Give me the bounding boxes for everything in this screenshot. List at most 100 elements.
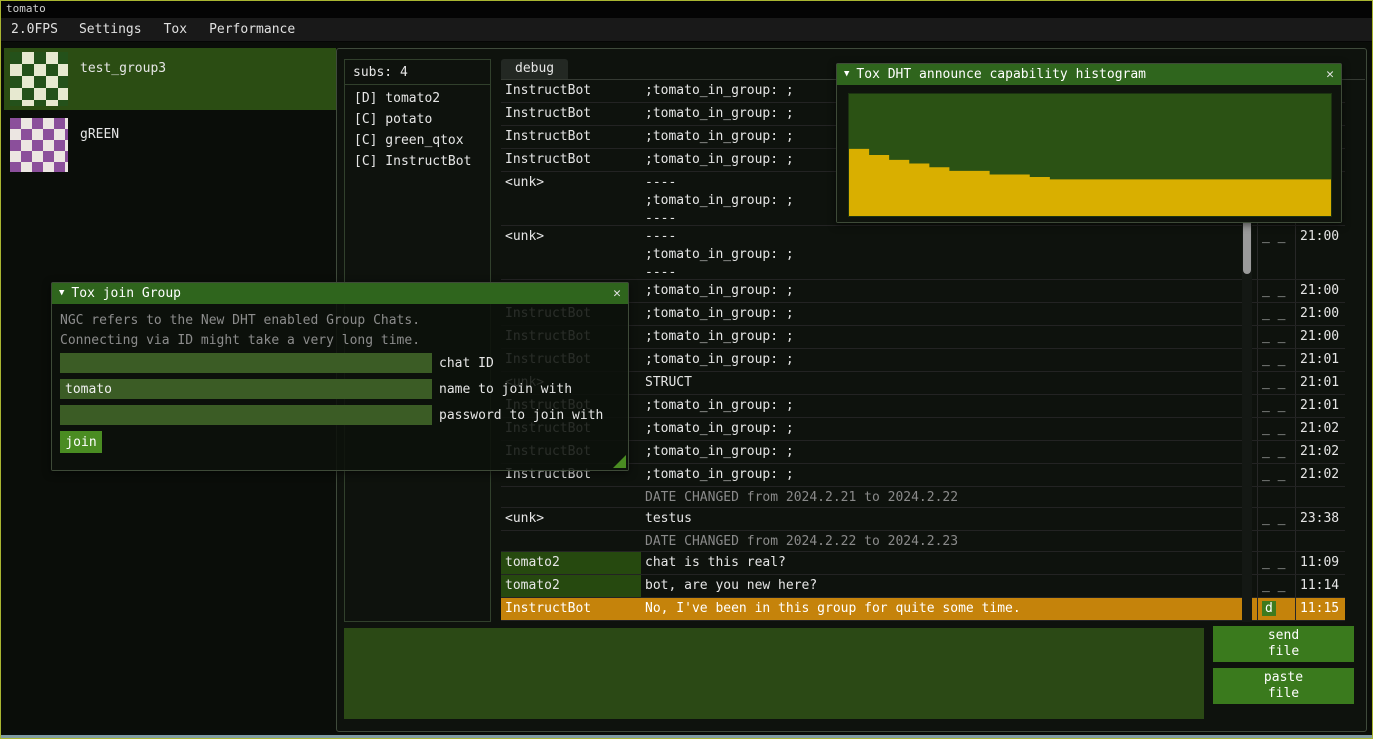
os-titlebar[interactable]: tomato <box>1 1 1372 18</box>
info-text: NGC refers to the New DHT enabled Group … <box>60 313 420 328</box>
dialog-titlebar[interactable]: ▼ Tox DHT announce capability histogram … <box>837 64 1341 85</box>
menu-items: Settings Tox Performance <box>68 22 306 37</box>
sender-name: <unk> <box>501 172 641 225</box>
field-label: password to join with <box>439 408 603 423</box>
window-title: tomato <box>6 2 46 15</box>
message-time <box>1295 531 1345 551</box>
table-row: <unk> ---- ;tomato_in_group: ; ---- _ _ … <box>501 226 1345 280</box>
dht-histogram-dialog: ▼ Tox DHT announce capability histogram … <box>836 63 1342 223</box>
message-time: 21:01 <box>1295 372 1345 394</box>
text-input[interactable] <box>60 405 432 425</box>
table-row: <unk> testus _ _ 23:38 <box>501 508 1345 531</box>
message-input[interactable] <box>344 628 1204 719</box>
join-form: chat ID name to join with password to jo… <box>60 353 620 431</box>
message-flags: d <box>1257 598 1295 620</box>
message-flags: _ _ <box>1257 349 1295 371</box>
message-text: ;tomato_in_group: ; <box>641 326 1257 348</box>
message-flags <box>1257 487 1295 507</box>
message-time: 21:01 <box>1295 395 1345 417</box>
message-text: bot, are you new here? <box>641 575 1257 597</box>
list-item[interactable]: [C] potato <box>345 109 490 130</box>
list-item[interactable]: [C] green_qtox <box>345 130 490 151</box>
text-input[interactable] <box>60 379 432 399</box>
message-text: ;tomato_in_group: ; <box>641 395 1257 417</box>
message-time: 21:02 <box>1295 464 1345 486</box>
message-time: 21:00 <box>1295 280 1345 302</box>
paste-file-button[interactable]: paste file <box>1213 668 1354 704</box>
dialog-body: NGC refers to the New DHT enabled Group … <box>52 304 628 470</box>
group-avatar <box>10 52 68 106</box>
message-flags: _ _ <box>1257 508 1295 530</box>
message-text: ;tomato_in_group: ; <box>641 464 1257 486</box>
message-time: 11:09 <box>1295 552 1345 574</box>
send-file-button[interactable]: send file <box>1213 626 1354 662</box>
text-input[interactable] <box>60 353 432 373</box>
message-text: ---- ;tomato_in_group: ; ---- <box>641 226 1257 279</box>
group-name: gREEN <box>80 127 119 142</box>
members-header: subs: 4 <box>345 60 490 85</box>
sidebar-item-group[interactable]: test_group3 <box>4 48 336 110</box>
message-flags: _ _ <box>1257 326 1295 348</box>
message-flags: _ _ <box>1257 418 1295 440</box>
list-item[interactable]: [C] InstructBot <box>345 151 490 172</box>
message-time: 21:00 <box>1295 326 1345 348</box>
message-time: 21:01 <box>1295 349 1345 371</box>
message-flags: _ _ <box>1257 226 1295 279</box>
dialog-titlebar[interactable]: ▼ Tox join Group ✕ <box>52 283 628 304</box>
message-text: ;tomato_in_group: ; <box>641 349 1257 371</box>
histogram-bars <box>849 149 1331 216</box>
group-avatar <box>10 118 68 172</box>
form-field-row: name to join with <box>60 379 620 399</box>
message-time: 23:38 <box>1295 508 1345 530</box>
field-label: chat ID <box>439 356 494 371</box>
list-item[interactable]: [D] tomato2 <box>345 88 490 109</box>
message-flags: _ _ <box>1257 441 1295 463</box>
sender-name: tomato2 <box>501 552 641 574</box>
dialog-body <box>837 85 1341 222</box>
message-text: ;tomato_in_group: ; <box>641 418 1257 440</box>
join-button[interactable]: join <box>60 431 102 453</box>
field-label: name to join with <box>439 382 572 397</box>
message-text: ;tomato_in_group: ; <box>641 280 1257 302</box>
message-text: testus <box>641 508 1257 530</box>
collapse-icon[interactable]: ▼ <box>59 289 64 298</box>
message-time: 21:02 <box>1295 441 1345 463</box>
sender-name: <unk> <box>501 226 641 279</box>
sender-name <box>501 531 641 551</box>
sender-name: tomato2 <box>501 575 641 597</box>
message-flags: _ _ <box>1257 552 1295 574</box>
dialog-title: Tox join Group <box>71 286 181 301</box>
sender-name: InstructBot <box>501 598 641 620</box>
message-flags: _ _ <box>1257 464 1295 486</box>
sender-name: InstructBot <box>501 103 641 125</box>
menu-item[interactable]: Tox <box>153 22 198 37</box>
collapse-icon[interactable]: ▼ <box>844 70 849 79</box>
sidebar-item-group[interactable]: gREEN <box>4 114 336 176</box>
close-icon[interactable]: ✕ <box>1326 67 1334 82</box>
close-icon[interactable]: ✕ <box>613 286 621 301</box>
sender-name: InstructBot <box>501 80 641 102</box>
menu-item[interactable]: Settings <box>68 22 153 37</box>
message-text: chat is this real? <box>641 552 1257 574</box>
message-time: 21:02 <box>1295 418 1345 440</box>
sender-name: <unk> <box>501 508 641 530</box>
group-list: test_group3 gREEN <box>4 48 336 180</box>
message-text: DATE CHANGED from 2024.2.22 to 2024.2.23 <box>641 531 1257 551</box>
histogram-plot-frame <box>848 93 1332 217</box>
message-text: DATE CHANGED from 2024.2.21 to 2024.2.22 <box>641 487 1257 507</box>
histogram-plot <box>849 94 1331 216</box>
message-time: 11:14 <box>1295 575 1345 597</box>
message-time <box>1295 487 1345 507</box>
message-time: 21:00 <box>1295 226 1345 279</box>
menu-item[interactable]: Performance <box>198 22 306 37</box>
fps-counter: 2.0FPS <box>1 22 68 37</box>
app-window: tomato 2.0FPS Settings Tox Performance t… <box>0 0 1373 739</box>
message-text: No, I've been in this group for quite so… <box>641 598 1257 620</box>
message-flags: _ _ <box>1257 372 1295 394</box>
resize-grip-icon[interactable] <box>613 455 626 468</box>
message-time: 21:00 <box>1295 303 1345 325</box>
sender-name <box>501 487 641 507</box>
tab-debug[interactable]: debug <box>501 59 568 79</box>
message-flags <box>1257 531 1295 551</box>
dialog-title: Tox DHT announce capability histogram <box>856 67 1146 82</box>
